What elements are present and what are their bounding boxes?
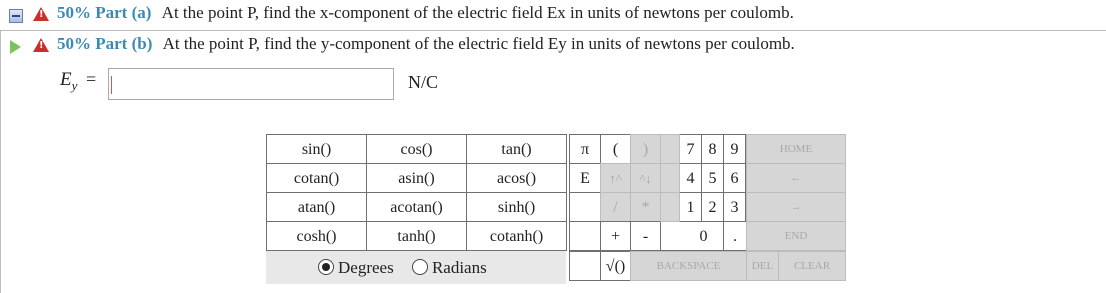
digit-3-button[interactable]: 3	[723, 192, 746, 222]
warning-icon: !	[33, 7, 49, 21]
sqrt-button[interactable]: √()	[600, 251, 631, 281]
digit-4-button[interactable]: 4	[679, 163, 702, 193]
part-b-row[interactable]: ! 50% Part (b) At the point P, find the …	[0, 31, 1106, 61]
sinh-button[interactable]: sinh()	[466, 192, 567, 222]
degrees-label: Degrees	[338, 258, 394, 277]
radians-radio[interactable]	[411, 259, 428, 275]
radians-label: Radians	[431, 258, 487, 277]
degrees-radio[interactable]	[318, 259, 334, 275]
digit-9-button[interactable]: 9	[723, 134, 746, 164]
e-constant-button[interactable]: E	[569, 163, 601, 193]
digit-5-button[interactable]: 5	[701, 163, 724, 193]
panel-border	[0, 31, 1, 293]
angle-mode-selector: Degrees Radians	[318, 257, 501, 278]
acos-button[interactable]: acos()	[466, 163, 567, 193]
tanh-button[interactable]: tanh()	[366, 221, 467, 251]
blank-key	[569, 221, 601, 251]
blank-key	[660, 134, 680, 164]
multiply-button[interactable]: *	[630, 192, 661, 222]
clear-button[interactable]: CLEAR	[778, 251, 846, 281]
pi-button[interactable]: π	[569, 134, 601, 164]
left-arrow-button[interactable]: ←	[746, 163, 846, 193]
dot-button[interactable]: .	[723, 221, 747, 251]
blank-key	[569, 192, 601, 222]
atan-button[interactable]: atan()	[266, 192, 367, 222]
blank-key	[660, 163, 680, 193]
digit-2-button[interactable]: 2	[701, 192, 724, 222]
end-button[interactable]: END	[746, 221, 846, 251]
divide-button[interactable]: /	[600, 192, 631, 222]
cotanh-button[interactable]: cotanh()	[466, 221, 567, 251]
collapse-icon[interactable]	[9, 9, 23, 23]
equals-sign: =	[86, 69, 97, 89]
blank-key	[660, 192, 680, 222]
warning-icon: !	[33, 38, 49, 52]
asin-button[interactable]: asin()	[366, 163, 467, 193]
answer-unit: N/C	[408, 72, 439, 92]
answer-variable-label: Ey	[60, 69, 78, 93]
open-paren-button[interactable]: (	[600, 134, 631, 164]
cos-button[interactable]: cos()	[366, 134, 467, 164]
digit-7-button[interactable]: 7	[679, 134, 702, 164]
up-arrow-button[interactable]: ↑^	[600, 163, 631, 193]
text-caret	[111, 76, 112, 94]
acotan-button[interactable]: acotan()	[366, 192, 467, 222]
right-arrow-button[interactable]: →	[746, 192, 846, 222]
part-a-question: At the point P, find the x-component of …	[161, 3, 794, 22]
close-paren-button[interactable]: )	[630, 134, 661, 164]
expand-arrow-icon[interactable]	[10, 40, 21, 54]
digit-1-button[interactable]: 1	[679, 192, 702, 222]
cosh-button[interactable]: cosh()	[266, 221, 367, 251]
blank-key	[569, 251, 601, 281]
part-a-row[interactable]: ! 50% Part (a) At the point P, find the …	[0, 0, 1106, 30]
digit-6-button[interactable]: 6	[723, 163, 746, 193]
minus-button[interactable]: -	[630, 221, 661, 251]
part-b-question: At the point P, find the y-component of …	[162, 34, 795, 53]
plus-button[interactable]: +	[600, 221, 631, 251]
part-b-label: 50% Part (b)	[57, 34, 153, 53]
cotan-button[interactable]: cotan()	[266, 163, 367, 193]
answer-input[interactable]	[108, 68, 394, 100]
home-button[interactable]: HOME	[746, 134, 846, 164]
down-arrow-button[interactable]: ^↓	[630, 163, 661, 193]
sin-button[interactable]: sin()	[266, 134, 367, 164]
part-a-label: 50% Part (a)	[57, 3, 152, 22]
digit-8-button[interactable]: 8	[701, 134, 724, 164]
del-button[interactable]: DEL	[746, 251, 779, 281]
backspace-button[interactable]: BACKSPACE	[630, 251, 747, 281]
tan-button[interactable]: tan()	[466, 134, 567, 164]
